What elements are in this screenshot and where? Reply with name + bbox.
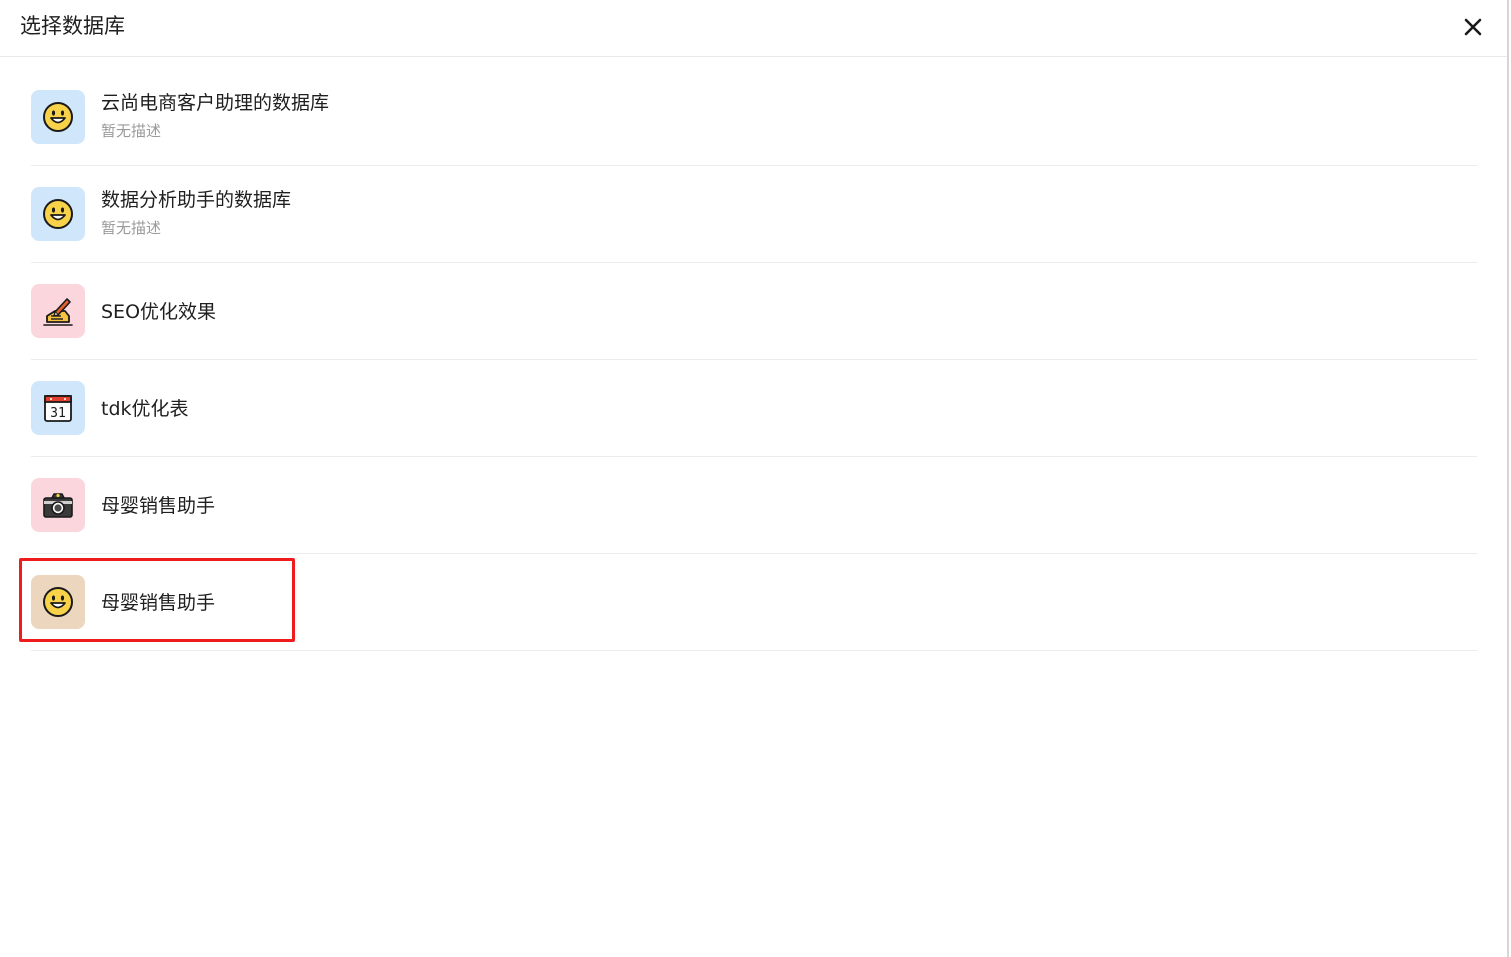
database-item[interactable]: 31 tdk优化表 [31, 360, 1477, 457]
writing-hand-icon [43, 298, 73, 326]
database-name: 母婴销售助手 [101, 592, 216, 614]
database-avatar [31, 90, 85, 144]
database-item[interactable]: 云尚电商客户助理的数据库 暂无描述 [31, 69, 1477, 166]
smiley-face-icon [43, 102, 73, 132]
close-icon [1464, 18, 1482, 36]
database-item[interactable]: SEO优化效果 [31, 263, 1477, 360]
dialog-header: 选择数据库 [0, 0, 1507, 57]
smiley-face-icon [43, 199, 73, 229]
database-name: 母婴销售助手 [101, 495, 216, 517]
database-avatar [31, 284, 85, 338]
database-list: 云尚电商客户助理的数据库 暂无描述 数据分析助手的数据库 暂无描述 SEO优化效… [31, 69, 1477, 651]
dialog-title: 选择数据库 [20, 14, 125, 38]
database-description: 暂无描述 [101, 122, 162, 140]
calendar-icon: 31 [44, 395, 72, 422]
database-item[interactable]: 母婴销售助手 [31, 457, 1477, 554]
smiley-face-icon [43, 587, 73, 617]
database-name: SEO优化效果 [101, 301, 217, 323]
database-avatar [31, 478, 85, 532]
close-button[interactable] [1459, 13, 1487, 41]
database-avatar [31, 575, 85, 629]
camera-icon [43, 493, 73, 518]
database-name: 数据分析助手的数据库 [101, 189, 292, 211]
database-avatar [31, 187, 85, 241]
database-avatar: 31 [31, 381, 85, 435]
select-database-dialog: 选择数据库 云尚电商客户助理的数据库 暂无描述 数据分析助手的数据库 暂无描述 … [0, 0, 1509, 957]
database-name: 云尚电商客户助理的数据库 [101, 92, 330, 114]
database-item[interactable]: 母婴销售助手 [31, 554, 1477, 651]
database-description: 暂无描述 [101, 219, 162, 237]
database-item[interactable]: 数据分析助手的数据库 暂无描述 [31, 166, 1477, 263]
calendar-day-number: 31 [50, 406, 66, 421]
database-name: tdk优化表 [101, 398, 189, 420]
